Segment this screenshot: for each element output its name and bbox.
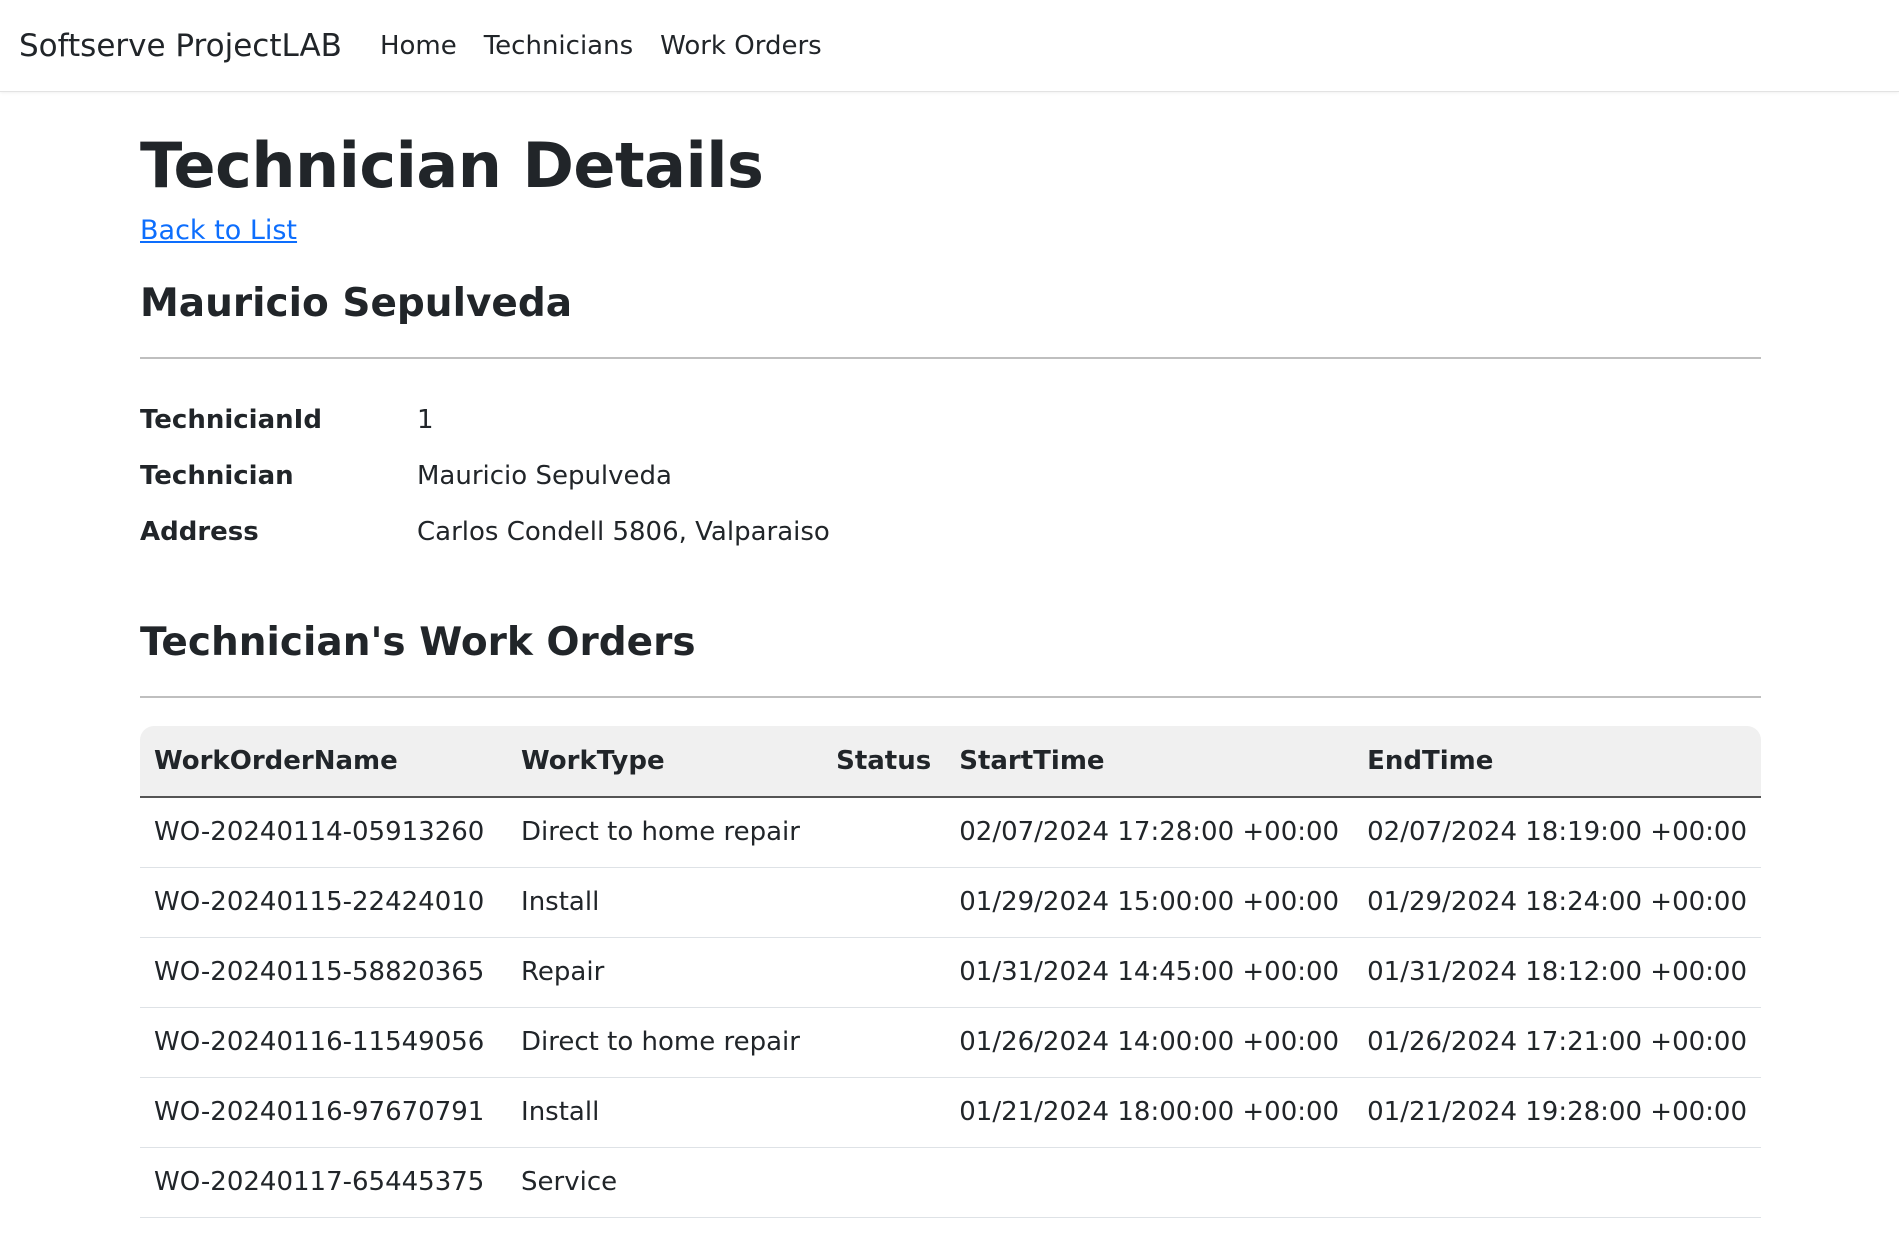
cell-work-order-name: WO-20240116-11549056 — [140, 1008, 508, 1078]
cell-start-time: 01/21/2024 18:00:00 +00:00 — [945, 1078, 1354, 1148]
table-row: WO-20240116-11549056 Direct to home repa… — [140, 1008, 1761, 1078]
detail-label: TechnicianId — [140, 405, 322, 436]
cell-status — [822, 1148, 946, 1218]
cell-work-order-name: WO-20240115-22424010 — [140, 868, 508, 938]
nav-link-technicians[interactable]: Technicians — [484, 31, 633, 61]
cell-work-type: Install — [507, 868, 823, 938]
cell-status — [822, 868, 946, 938]
cell-work-type: Direct to home repair — [507, 798, 823, 868]
column-header-status: Status — [822, 725, 946, 798]
table-row: WO-20240115-22424010 Install 01/29/2024 … — [140, 868, 1761, 938]
detail-label: Address — [140, 517, 259, 548]
cell-work-order-name: WO-20240115-58820365 — [140, 938, 508, 1008]
cell-status — [822, 1078, 946, 1148]
cell-status — [822, 938, 946, 1008]
work-orders-heading: Technician's Work Orders — [140, 620, 696, 666]
cell-work-type: Repair — [507, 938, 823, 1008]
cell-work-type: Service — [507, 1148, 823, 1218]
column-header-work-type: WorkType — [507, 725, 823, 798]
cell-start-time: 02/07/2024 17:28:00 +00:00 — [945, 798, 1354, 868]
detail-row-technician-id: TechnicianId 1 — [140, 392, 1761, 448]
page-title: Technician Details — [140, 129, 764, 202]
cell-status — [822, 798, 946, 868]
nav-link-home[interactable]: Home — [380, 31, 457, 61]
cell-work-type: Install — [507, 1078, 823, 1148]
column-header-work-order-name: WorkOrderName — [140, 725, 508, 798]
cell-start-time: 01/31/2024 14:45:00 +00:00 — [945, 938, 1354, 1008]
detail-value: Carlos Condell 5806, Valparaiso — [417, 517, 830, 548]
cell-end-time: 01/26/2024 17:21:00 +00:00 — [1353, 1008, 1761, 1078]
cell-work-type: Direct to home repair — [507, 1008, 823, 1078]
navbar: Softserve ProjectLAB Home Technicians Wo… — [0, 0, 1899, 92]
detail-row-address: Address Carlos Condell 5806, Valparaiso — [140, 504, 1761, 560]
work-orders-table: WorkOrderName WorkType Status StartTime … — [140, 725, 1761, 1218]
detail-value: Mauricio Sepulveda — [417, 461, 672, 492]
cell-end-time: 02/07/2024 18:19:00 +00:00 — [1353, 798, 1761, 868]
table-row: WO-20240114-05913260 Direct to home repa… — [140, 798, 1761, 868]
cell-work-order-name: WO-20240117-65445375 — [140, 1148, 508, 1218]
details-list: TechnicianId 1 Technician Mauricio Sepul… — [140, 392, 1761, 560]
cell-end-time — [1353, 1148, 1761, 1218]
column-header-end-time: EndTime — [1353, 725, 1761, 798]
cell-start-time: 01/29/2024 15:00:00 +00:00 — [945, 868, 1354, 938]
cell-end-time: 01/31/2024 18:12:00 +00:00 — [1353, 938, 1761, 1008]
detail-label: Technician — [140, 461, 294, 492]
cell-start-time: 01/26/2024 14:00:00 +00:00 — [945, 1008, 1354, 1078]
table-row: WO-20240116-97670791 Install 01/21/2024 … — [140, 1078, 1761, 1148]
technician-name-heading: Mauricio Sepulveda — [140, 281, 573, 327]
column-header-start-time: StartTime — [945, 725, 1354, 798]
cell-end-time: 01/29/2024 18:24:00 +00:00 — [1353, 868, 1761, 938]
cell-work-order-name: WO-20240116-97670791 — [140, 1078, 508, 1148]
detail-value: 1 — [417, 405, 434, 436]
nav-link-work-orders[interactable]: Work Orders — [660, 31, 822, 61]
main-content: Technician Details Back to List Mauricio… — [140, 92, 1761, 1218]
nav-links: Home Technicians Work Orders — [380, 31, 822, 61]
cell-work-order-name: WO-20240114-05913260 — [140, 798, 508, 868]
brand-link[interactable]: Softserve ProjectLAB — [19, 28, 342, 64]
cell-end-time: 01/21/2024 19:28:00 +00:00 — [1353, 1078, 1761, 1148]
table-header-row: WorkOrderName WorkType Status StartTime … — [140, 725, 1761, 798]
cell-start-time — [945, 1148, 1354, 1218]
orders-divider — [140, 695, 1761, 698]
table-row: WO-20240115-58820365 Repair 01/31/2024 1… — [140, 938, 1761, 1008]
detail-row-technician: Technician Mauricio Sepulveda — [140, 448, 1761, 504]
cell-status — [822, 1008, 946, 1078]
table-row: WO-20240117-65445375 Service — [140, 1148, 1761, 1218]
back-to-list-link[interactable]: Back to List — [140, 215, 297, 246]
details-divider — [140, 357, 1761, 360]
